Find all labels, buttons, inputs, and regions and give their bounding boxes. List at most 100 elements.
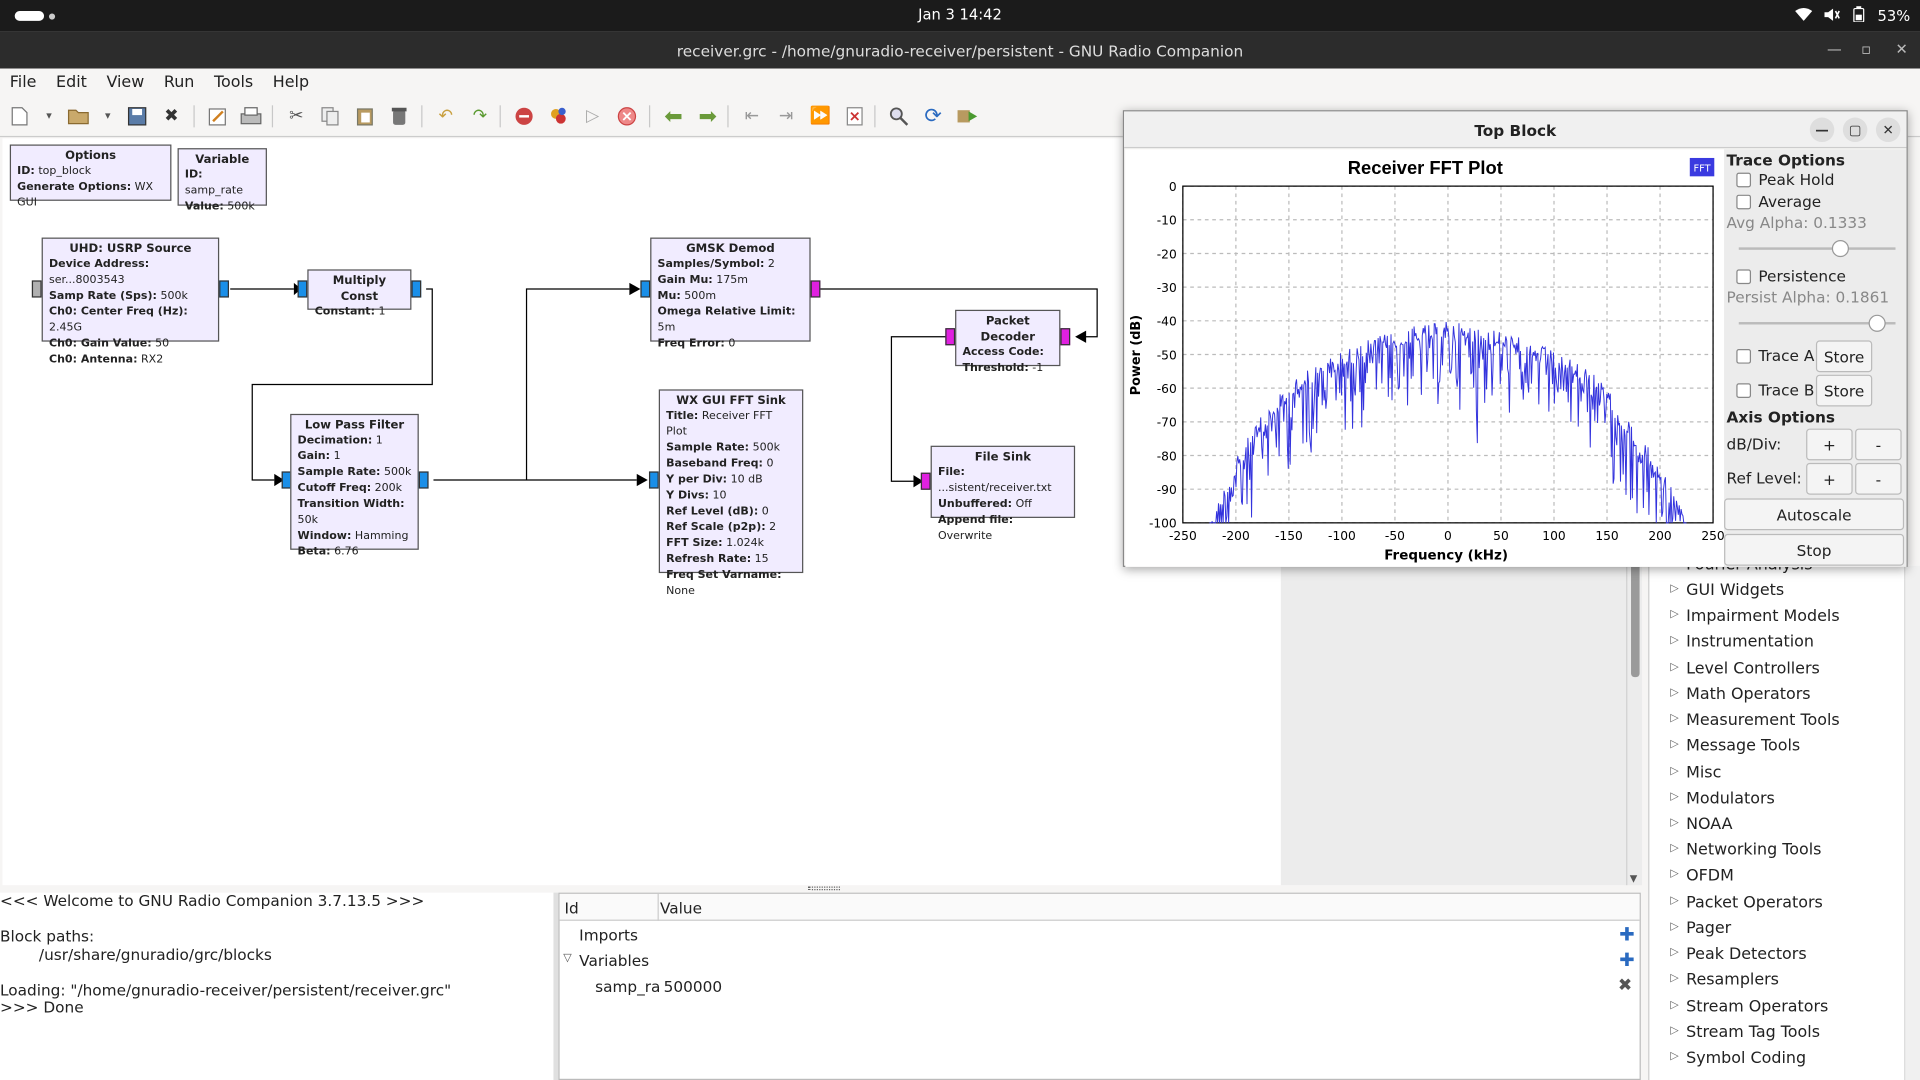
console-output[interactable]: <<< Welcome to GNU Radio Companion 3.7.1… [0, 892, 554, 1080]
delete-icon[interactable] [387, 105, 411, 127]
kill-icon[interactable] [615, 105, 639, 127]
port-pktdec-out[interactable] [1060, 328, 1071, 346]
volume-muted-icon[interactable] [1824, 7, 1841, 25]
port-mult-out[interactable] [411, 280, 422, 298]
block-up-icon[interactable]: ⇤ [740, 105, 764, 127]
persist-alpha-slider[interactable] [1738, 314, 1896, 332]
port-gmsk-out[interactable] [810, 280, 821, 298]
remove-variable-icon[interactable]: ✖ [1618, 976, 1632, 996]
menu-edit[interactable]: Edit [46, 69, 96, 96]
average-checkbox[interactable] [1736, 194, 1752, 210]
paste-icon[interactable] [353, 105, 377, 127]
block-enable-icon[interactable]: ⏩ [808, 105, 832, 127]
redo-icon[interactable]: ↷ [468, 105, 492, 127]
block-options[interactable]: Options ID: top_block Generate Options: … [9, 144, 172, 209]
autoscale-button[interactable]: Autoscale [1724, 498, 1905, 531]
column-value[interactable]: Value [660, 899, 702, 917]
rotate-ccw-icon[interactable]: ⬅ [661, 103, 685, 129]
bypass-block-icon[interactable] [546, 105, 570, 127]
copy-icon[interactable] [318, 105, 342, 127]
block-packet-decoder[interactable]: Packet Decoder Access Code: Threshold: -… [955, 309, 1061, 375]
errors-icon[interactable] [842, 105, 866, 127]
fft-window[interactable]: Top Block — ▢ ✕ -250 -200 -150 -100 -50 0 50 10… [1122, 110, 1908, 567]
library-category[interactable]: ▷ Symbol Coding [1649, 1047, 1906, 1073]
open-icon[interactable] [66, 105, 90, 127]
library-category[interactable]: ▷ Pager [1649, 917, 1906, 943]
ref-level-minus-button[interactable]: - [1855, 462, 1902, 495]
row-samp-rate[interactable]: samp_ra 500000 ✖ [560, 975, 1640, 1001]
fft-plot-area[interactable]: -250 -200 -150 -100 -50 0 50 100 150 200 250 0 -10 -2… [1125, 149, 1725, 567]
store-trace-b-button[interactable]: Store [1815, 374, 1873, 407]
window-title-bar[interactable]: receiver.grc - /home/gnuradio-receiver/p… [0, 31, 1920, 69]
block-multiply-const[interactable]: Multiply Const Constant: 1 [307, 269, 412, 318]
column-id[interactable]: Id [564, 899, 578, 917]
variable-value[interactable]: 500000 [664, 977, 722, 995]
library-category[interactable]: ▷ Math Operators [1649, 683, 1906, 709]
open-dropdown-icon[interactable]: ▾ [96, 105, 120, 127]
port-fftsink-in[interactable] [648, 471, 659, 489]
block-usrp-source[interactable]: UHD: USRP Source Device Address: ser...8… [41, 237, 220, 366]
minimize-icon[interactable]: — [1809, 117, 1835, 143]
library-category[interactable]: ▷ Networking Tools [1649, 839, 1906, 865]
properties-icon[interactable] [206, 105, 230, 127]
library-category[interactable]: ▷ Peak Detectors [1649, 943, 1906, 969]
execute-icon[interactable] [955, 105, 979, 127]
store-trace-a-button[interactable]: Store [1815, 340, 1873, 373]
find-icon[interactable] [887, 105, 911, 127]
block-down-icon[interactable]: ⇥ [774, 105, 798, 127]
add-import-icon[interactable]: ✚ [1619, 923, 1634, 945]
library-category[interactable]: ▷ Modulators [1649, 787, 1906, 813]
library-category[interactable]: ▷ NOAA [1649, 813, 1906, 839]
db-div-plus-button[interactable]: + [1806, 428, 1853, 461]
library-category[interactable]: ▷ Stream Tag Tools [1649, 1021, 1906, 1047]
block-wx-gui-fft-sink[interactable]: WX GUI FFT Sink Title: Receiver FFT Plot… [658, 389, 804, 598]
library-category[interactable]: ▷ OFDM [1649, 864, 1906, 890]
cut-icon[interactable]: ✂ [284, 105, 308, 127]
library-category[interactable]: ▷ Misc [1649, 762, 1906, 788]
port-usrp-in[interactable] [31, 280, 42, 298]
close-file-icon[interactable]: ✖ [159, 105, 183, 127]
port-gmsk-in[interactable] [640, 280, 651, 298]
library-scrollbar[interactable] [1904, 565, 1920, 1080]
close-icon[interactable]: ✕ [1896, 40, 1908, 57]
library-category[interactable]: ▷ Packet Operators [1649, 891, 1906, 917]
disable-block-icon[interactable] [512, 105, 536, 127]
library-category[interactable]: ▷ Stream Operators [1649, 996, 1906, 1022]
close-icon[interactable]: ✕ [1875, 117, 1901, 143]
rotate-cw-icon[interactable]: ➡ [696, 103, 720, 129]
print-icon[interactable] [239, 105, 263, 127]
stop-button[interactable]: Stop [1724, 533, 1905, 566]
menu-help[interactable]: Help [263, 69, 319, 96]
menu-run[interactable]: Run [154, 69, 204, 96]
library-category[interactable]: ▷ Measurement Tools [1649, 709, 1906, 735]
library-category[interactable]: ▷ GUI Widgets [1649, 579, 1906, 605]
new-icon[interactable] [7, 105, 31, 127]
battery-icon[interactable] [1852, 6, 1867, 26]
library-category[interactable]: ▷ Level Controllers [1649, 658, 1906, 684]
menu-tools[interactable]: Tools [204, 69, 263, 96]
minimize-icon[interactable]: — [1827, 40, 1842, 57]
port-lpf-out[interactable] [418, 471, 429, 489]
scroll-down-icon[interactable]: ▼ [1630, 873, 1638, 884]
save-icon[interactable] [125, 105, 149, 127]
row-variables[interactable]: ▽ Variables ✚ [560, 949, 1640, 975]
avg-alpha-knob[interactable] [1831, 240, 1849, 258]
block-low-pass-filter[interactable]: Low Pass Filter Decimation: 1 Gain: 1 Sa… [290, 413, 419, 558]
ref-level-plus-button[interactable]: + [1806, 462, 1853, 495]
library-category[interactable]: ▷ Resamplers [1649, 969, 1906, 995]
persist-alpha-knob[interactable] [1868, 314, 1886, 332]
block-variable[interactable]: Variable ID: samp_rate Value: 500k [177, 148, 267, 213]
library-category[interactable]: ▷ Instrumentation [1649, 631, 1906, 657]
peak-hold-checkbox[interactable] [1736, 172, 1752, 188]
add-variable-icon[interactable]: ✚ [1619, 949, 1634, 971]
maximize-icon[interactable]: ▢ [1842, 117, 1868, 143]
port-filesink-in[interactable] [920, 472, 931, 490]
port-mult-in[interactable] [297, 280, 308, 298]
library-category[interactable]: ▷ Impairment Models [1649, 605, 1906, 631]
trace-a-checkbox[interactable] [1736, 348, 1752, 364]
new-dropdown-icon[interactable]: ▾ [37, 105, 61, 127]
db-div-minus-button[interactable]: - [1855, 428, 1902, 461]
library-category[interactable]: ▷ Message Tools [1649, 735, 1906, 761]
reload-icon[interactable]: ⟳ [921, 104, 945, 128]
fft-window-title-bar[interactable]: Top Block — ▢ ✕ [1124, 111, 1907, 149]
